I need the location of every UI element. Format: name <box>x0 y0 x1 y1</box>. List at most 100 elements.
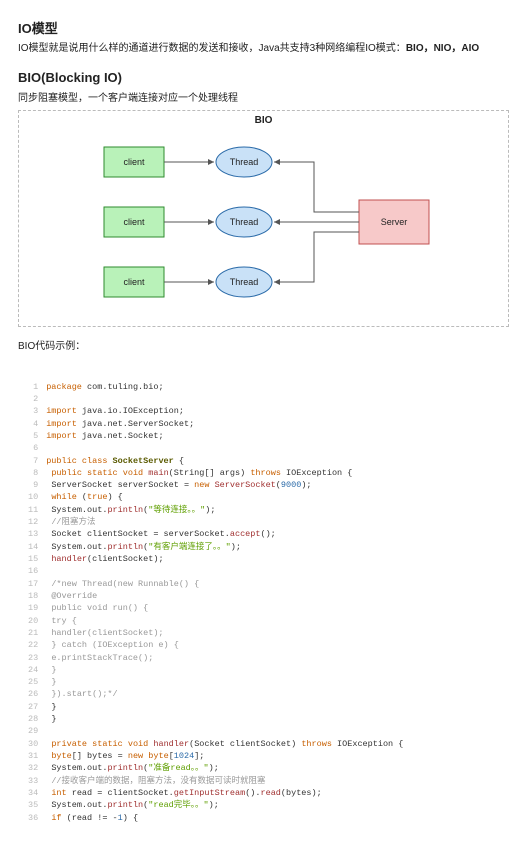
code-line-content: if (read != -1) { <box>46 812 403 824</box>
code-token: ; <box>179 406 184 416</box>
code-line-content: package com.tuling.bio; <box>46 381 403 393</box>
code-token: handler <box>153 739 189 749</box>
code-token: (read <box>62 813 98 823</box>
code-token: import <box>46 419 77 429</box>
code-line: 25 } <box>18 676 403 688</box>
code-token: java <box>77 419 103 429</box>
code-token: static <box>87 468 118 478</box>
code-token: println <box>107 542 143 552</box>
code-token: true <box>87 492 107 502</box>
code-line-number: 21 <box>18 627 46 639</box>
code-line: 10 while (true) { <box>18 491 403 503</box>
code-line-content: //接收客户端的数据，阻塞方法，没有数据可读时就阻塞 <box>46 775 403 787</box>
code-line-number: 8 <box>18 467 46 479</box>
code-line: 19 public void run() { <box>18 602 403 614</box>
code-line: 13 Socket clientSocket = serverSocket.ac… <box>18 528 403 540</box>
client-label-1: client <box>123 157 145 167</box>
code-line-content: System.out.println("准备read。。"); <box>46 762 403 774</box>
code-line-content: handler(clientSocket); <box>46 627 403 639</box>
code-line-content: @Override <box>46 590 403 602</box>
code-token: class <box>82 456 108 466</box>
code-token: throws <box>301 739 332 749</box>
code-line-number: 6 <box>18 442 46 454</box>
code-line-number: 22 <box>18 639 46 651</box>
code-line: 22 } catch (IOException e) { <box>18 639 403 651</box>
code-line: 21 handler(clientSocket); <box>18 627 403 639</box>
thread-node-2: Thread <box>216 207 272 237</box>
code-line: 36 if (read != -1) { <box>18 812 403 824</box>
code-token: ); <box>209 800 219 810</box>
code-line-content: import java.net.ServerSocket; <box>46 418 403 430</box>
code-line: 18 @Override <box>18 590 403 602</box>
code-token: ServerSocket <box>215 480 276 490</box>
code-token: System <box>51 542 82 552</box>
code-token: } catch (IOException e) { <box>51 640 179 650</box>
code-line-number: 33 <box>18 775 46 787</box>
code-token: java <box>77 431 103 441</box>
code-line-number: 1 <box>18 381 46 393</box>
code-token: Socket clientSocket <box>51 529 153 539</box>
code-token: (clientSocket); <box>87 554 164 564</box>
code-token: while <box>51 492 77 502</box>
code-line: 9 ServerSocket serverSocket = new Server… <box>18 479 403 491</box>
code-token: System <box>51 505 82 515</box>
code-line: 32 System.out.println("准备read。。"); <box>18 762 403 774</box>
heading-bio: BIO(Blocking IO) <box>18 70 509 85</box>
code-line-number: 18 <box>18 590 46 602</box>
code-token: //接收客户端的数据，阻塞方法，没有数据可读时就阻塞 <box>51 776 265 786</box>
code-token: byte <box>51 751 71 761</box>
code-token: throws <box>250 468 281 478</box>
code-token: } <box>51 665 56 675</box>
code-token: [] args <box>204 468 240 478</box>
code-token: } <box>51 702 56 712</box>
code-line-number: 2 <box>18 393 46 405</box>
bio-diagram-title: BIO <box>19 115 508 126</box>
code-line: 28 } <box>18 713 403 725</box>
code-line-number: 25 <box>18 676 46 688</box>
code-token: ; <box>189 419 194 429</box>
code-line-number: 36 <box>18 812 46 824</box>
client-box-3: client <box>104 267 164 297</box>
code-token: ( <box>77 492 87 502</box>
code-line-content: } <box>46 676 403 688</box>
code-line-number: 5 <box>18 430 46 442</box>
code-line: 29 <box>18 725 403 737</box>
code-token: System <box>51 763 82 773</box>
code-token: ; <box>158 431 163 441</box>
code-line-number: 3 <box>18 405 46 417</box>
code-token: try { <box>51 616 77 626</box>
code-token: read <box>67 788 98 798</box>
code-token: ); <box>301 480 311 490</box>
code-line-content: e.printStackTrace(); <box>46 652 403 664</box>
code-token: != <box>97 813 107 823</box>
code-line-number: 19 <box>18 602 46 614</box>
code-token: out <box>87 763 102 773</box>
code-line: 3import java.io.IOException; <box>18 405 403 417</box>
code-line-content: public static void main(String[] args) t… <box>46 467 403 479</box>
code-line-number: 12 <box>18 516 46 528</box>
code-line-content: } <box>46 701 403 713</box>
code-token: read <box>261 788 281 798</box>
code-token: ; <box>158 382 163 392</box>
code-token: com <box>82 382 102 392</box>
code-line: 2 <box>18 393 403 405</box>
code-token: ]; <box>194 751 204 761</box>
code-line: 16 <box>18 565 403 577</box>
code-line-content: } catch (IOException e) { <box>46 639 403 651</box>
code-token: { <box>393 739 403 749</box>
code-token: (); <box>260 529 275 539</box>
code-line-number: 30 <box>18 738 46 750</box>
code-token: println <box>107 505 143 515</box>
code-line: 14 System.out.println("有客户端连接了。。"); <box>18 541 403 553</box>
code-line-content: import java.io.IOException; <box>46 405 403 417</box>
code-line-number: 27 <box>18 701 46 713</box>
code-line: 24 } <box>18 664 403 676</box>
code-token: "read完毕。。" <box>148 800 208 810</box>
code-token: new <box>194 480 209 490</box>
code-line-content <box>46 442 403 454</box>
client-label-2: client <box>123 217 145 227</box>
code-line: 34 int read = clientSocket.getInputStrea… <box>18 787 403 799</box>
code-line-content: public void run() { <box>46 602 403 614</box>
code-line-content: private static void handler(Socket clien… <box>46 738 403 750</box>
code-line-content: handler(clientSocket); <box>46 553 403 565</box>
